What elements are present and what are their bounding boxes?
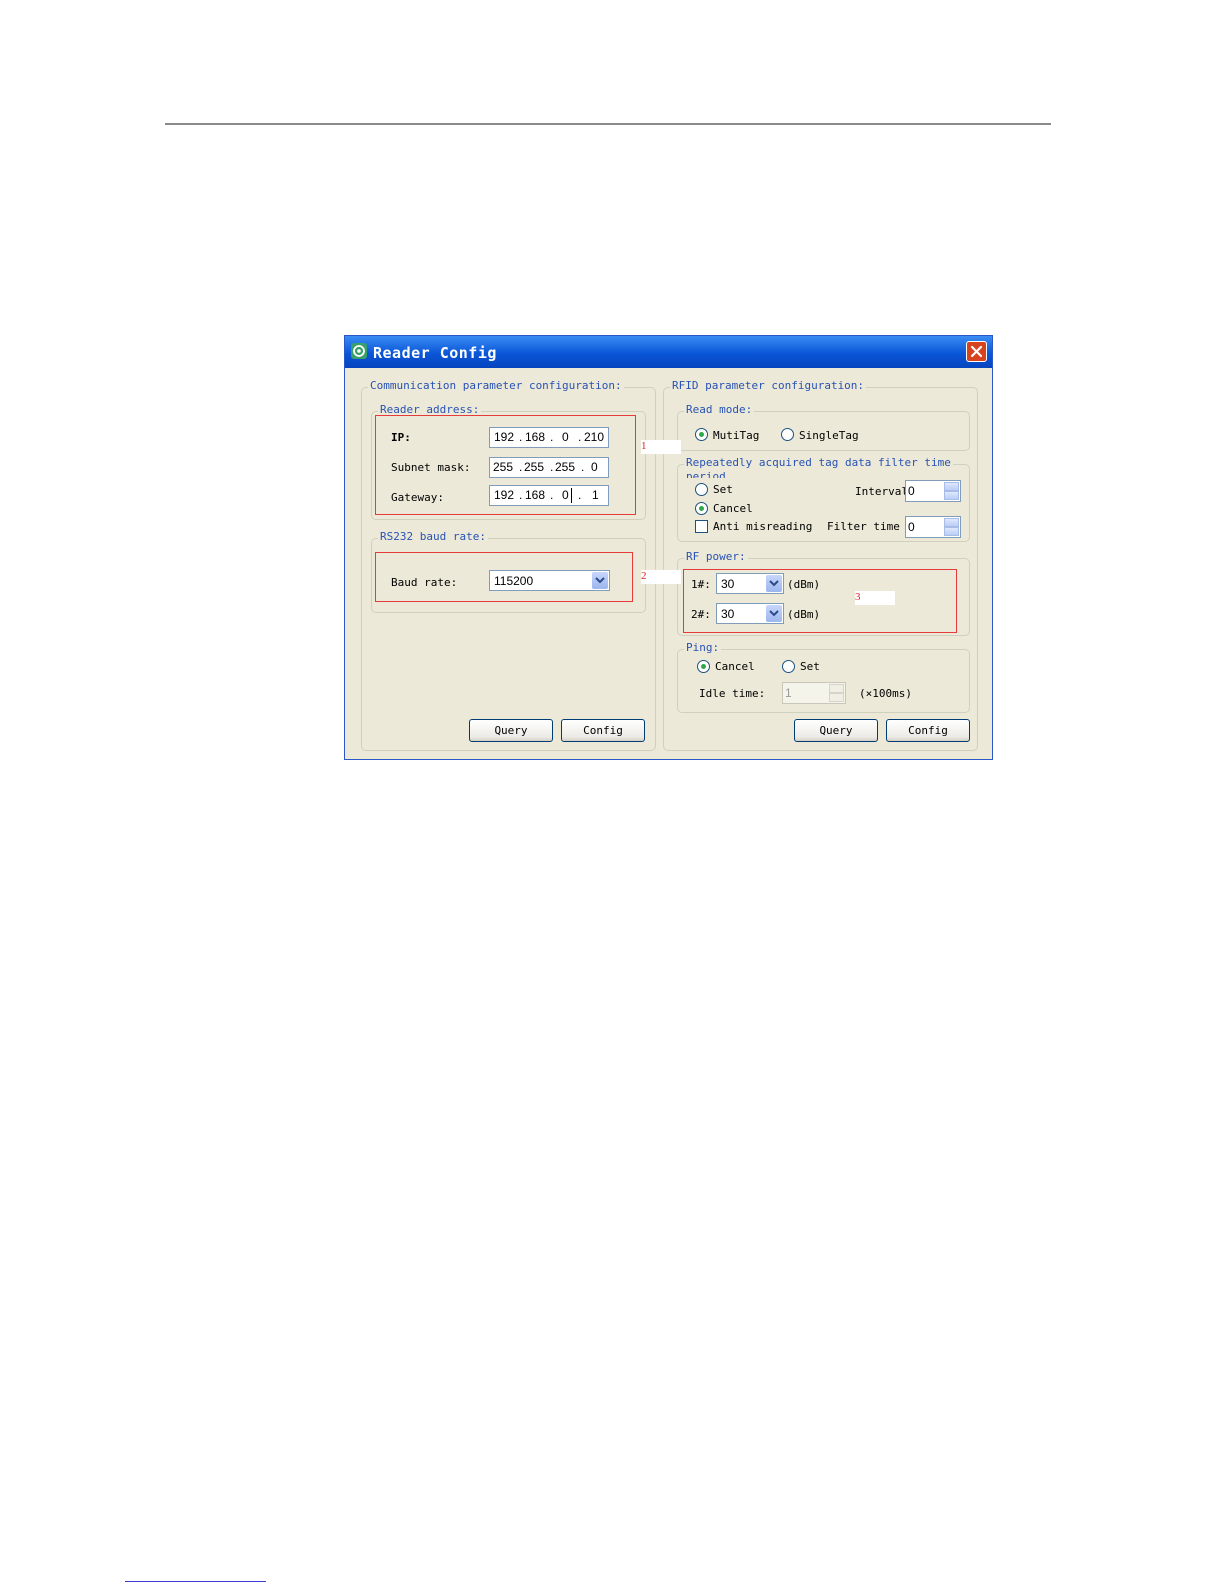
filter-time-title-line2: period	[686, 470, 726, 478]
interval-spinner[interactable]: 0	[905, 480, 961, 502]
filter-cancel-label[interactable]: Cancel	[713, 502, 753, 515]
filter-time-spinner[interactable]: 0	[905, 516, 961, 538]
annotation-box-1	[375, 415, 636, 515]
close-button[interactable]	[966, 341, 987, 362]
ping-title: Ping:	[684, 641, 722, 654]
idle-time-unit: (×100ms)	[859, 687, 912, 700]
filter-time-spin-buttons[interactable]	[944, 518, 959, 536]
rf-power-title: RF power:	[684, 550, 748, 563]
annotation-box-3	[683, 569, 957, 633]
footer-link-underline	[125, 1581, 266, 1582]
header-rule	[165, 123, 1051, 125]
interval-value[interactable]: 0	[908, 484, 915, 498]
rfid-config-button[interactable]: Config	[886, 719, 970, 742]
window-title: Reader Config	[373, 344, 497, 362]
interval-spin-buttons[interactable]	[944, 482, 959, 500]
comm-query-button[interactable]: Query	[469, 719, 553, 742]
annotation-label-1: 1	[641, 440, 681, 454]
read-mode-mutitag-radio[interactable]	[695, 428, 708, 441]
app-icon	[351, 343, 367, 359]
read-mode-singletag-label[interactable]: SingleTag	[799, 429, 859, 442]
rfid-group-title: RFID parameter configuration:	[670, 379, 867, 392]
anti-misreading-checkbox[interactable]	[695, 520, 708, 533]
idle-time-spin-buttons[interactable]	[829, 684, 844, 702]
reader-config-window: Reader Config Communication parameter co…	[344, 335, 993, 760]
read-mode-title: Read mode:	[684, 403, 755, 416]
read-mode-singletag-radio[interactable]	[781, 428, 794, 441]
filter-time-title: Repeatedly acquired tag data filter time	[684, 456, 953, 469]
filter-time-label: Filter time	[827, 520, 900, 533]
idle-time-value[interactable]: 1	[785, 686, 792, 700]
interval-label: Interval	[855, 485, 905, 498]
rfid-query-button[interactable]: Query	[794, 719, 878, 742]
ping-set-label[interactable]: Set	[800, 660, 820, 673]
annotation-box-2	[375, 552, 633, 602]
comm-group-title: Communication parameter configuration:	[368, 379, 624, 392]
close-icon	[970, 345, 983, 358]
filter-time-value[interactable]: 0	[908, 520, 915, 534]
ping-cancel-label[interactable]: Cancel	[715, 660, 755, 673]
annotation-label-3: 3	[855, 591, 895, 605]
rs232-title: RS232 baud rate:	[378, 530, 488, 543]
anti-misreading-label[interactable]: Anti misreading	[713, 520, 812, 533]
filter-set-label[interactable]: Set	[713, 483, 733, 496]
title-bar[interactable]: Reader Config	[345, 336, 992, 368]
comm-config-button[interactable]: Config	[561, 719, 645, 742]
filter-cancel-radio[interactable]	[695, 502, 708, 515]
ping-set-radio[interactable]	[782, 660, 795, 673]
idle-time-spinner[interactable]: 1	[782, 682, 846, 704]
annotation-label-2: 2	[641, 570, 681, 584]
filter-set-radio[interactable]	[695, 483, 708, 496]
read-mode-mutitag-label[interactable]: MutiTag	[713, 429, 759, 442]
ping-cancel-radio[interactable]	[697, 660, 710, 673]
idle-time-label: Idle time:	[699, 687, 766, 700]
